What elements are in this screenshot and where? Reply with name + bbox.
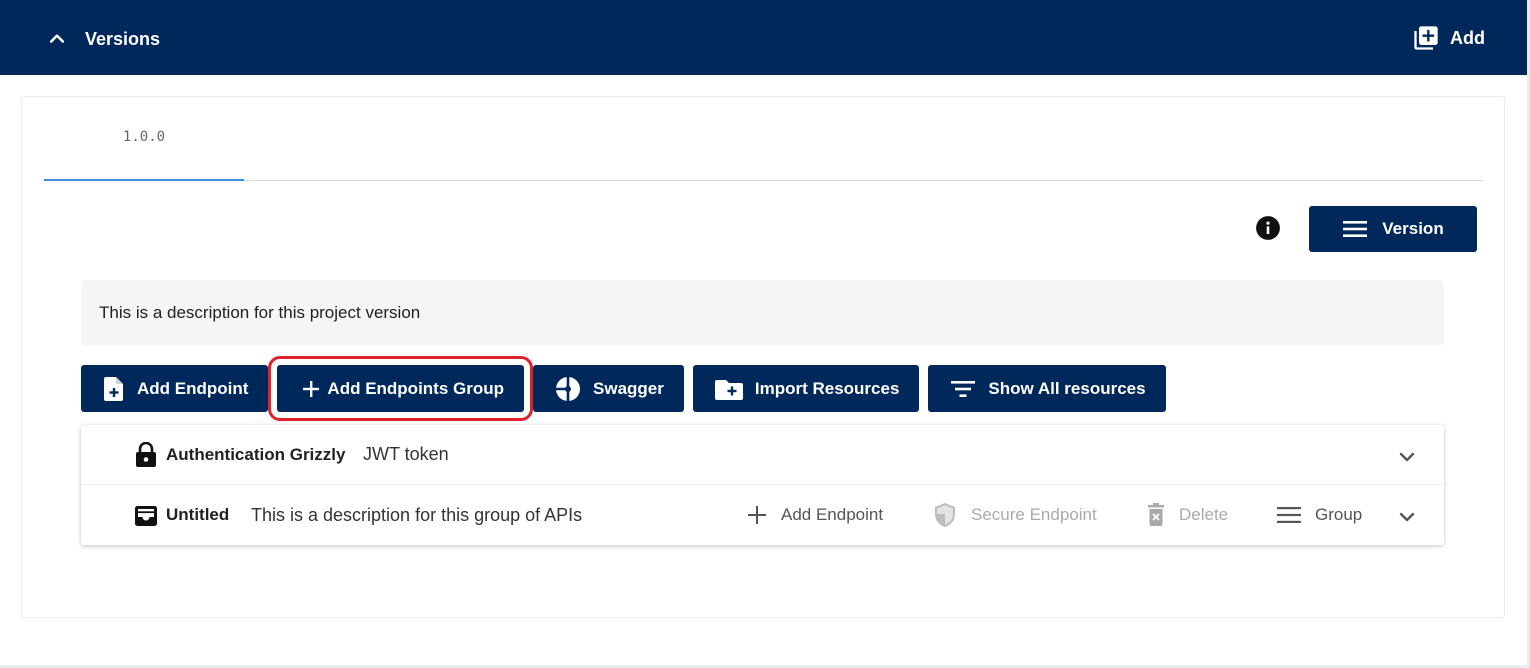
version-tabs: 1.0.0 <box>44 97 1483 181</box>
add-label: Add <box>1450 27 1485 48</box>
add-endpoint-button[interactable]: Add Endpoint <box>81 365 269 412</box>
delete-label: Delete <box>1179 505 1229 524</box>
chevron-down-icon[interactable] <box>1395 505 1419 529</box>
version-button-label: Version <box>1382 219 1444 238</box>
version-description: This is a description for this project v… <box>81 280 1444 345</box>
group-name: Untitled <box>166 505 230 524</box>
delete-group-button[interactable]: Delete <box>1147 502 1228 528</box>
import-resources-label: Import Resources <box>754 378 900 398</box>
group-description: This is a description for this group of … <box>251 504 583 525</box>
group-menu-label: Group <box>1315 505 1363 524</box>
note-add-icon <box>104 376 123 401</box>
page: Versions Add 1.0.0 Version This is a des… <box>0 0 1527 665</box>
library-add-icon <box>1414 26 1438 50</box>
add-endpoints-group-button[interactable]: Add Endpoints Group <box>268 356 534 421</box>
group-name: Authentication Grizzly <box>166 444 346 464</box>
inbox-icon <box>135 506 157 526</box>
action-toolbar: Add Endpoint Add Endpoints Group Swagger <box>81 356 1166 421</box>
secure-endpoint-label: Secure Endpoint <box>971 505 1097 524</box>
show-all-resources-button[interactable]: Show All resources <box>928 365 1166 412</box>
tab-version-1-0-0[interactable]: 1.0.0 <box>44 97 244 180</box>
version-menu-button[interactable]: Version <box>1309 206 1477 252</box>
menu-icon <box>1343 221 1368 237</box>
collapse-button[interactable] <box>44 26 70 52</box>
import-resources-button[interactable]: Import Resources <box>692 365 920 412</box>
chevron-down-icon[interactable] <box>1395 445 1419 469</box>
group-description: JWT token <box>363 444 449 464</box>
secure-endpoint-button[interactable]: Secure Endpoint <box>933 502 1097 528</box>
version-description-text: This is a description for this project v… <box>99 302 421 322</box>
group-add-endpoint-label: Add Endpoint <box>781 505 884 524</box>
group-add-endpoint-button[interactable]: Add Endpoint <box>747 502 883 528</box>
shield-icon <box>935 503 955 527</box>
filter-list-icon <box>951 380 976 397</box>
swagger-button[interactable]: Swagger <box>533 365 684 412</box>
swagger-label: Swagger <box>593 378 664 398</box>
section-title: Versions <box>85 29 161 49</box>
plus-icon <box>303 380 320 397</box>
lock-icon <box>136 442 156 467</box>
swagger-icon <box>556 376 581 401</box>
chevron-up-icon <box>49 34 65 43</box>
version-card: 1.0.0 Version This is a description for … <box>21 96 1505 618</box>
plus-icon <box>748 506 766 524</box>
add-endpoints-group-label: Add Endpoints Group <box>327 378 505 398</box>
add-endpoint-label: Add Endpoint <box>137 378 249 398</box>
menu-icon <box>1277 507 1301 523</box>
folder-add-icon <box>714 379 743 400</box>
delete-icon <box>1148 503 1164 526</box>
group-row-untitled[interactable]: Untitled This is a description for this … <box>81 485 1444 545</box>
info-icon[interactable] <box>1255 215 1281 241</box>
show-all-resources-label: Show All resources <box>988 378 1146 398</box>
active-tab-indicator <box>44 179 244 181</box>
group-row-authentication[interactable]: Authentication Grizzly JWT token <box>81 425 1444 485</box>
versions-header: Versions Add <box>0 0 1527 75</box>
add-version-button[interactable]: Add <box>1412 22 1485 54</box>
endpoint-groups-list: Authentication Grizzly JWT token Untitle… <box>81 425 1444 545</box>
group-menu-button[interactable]: Group <box>1277 502 1362 528</box>
